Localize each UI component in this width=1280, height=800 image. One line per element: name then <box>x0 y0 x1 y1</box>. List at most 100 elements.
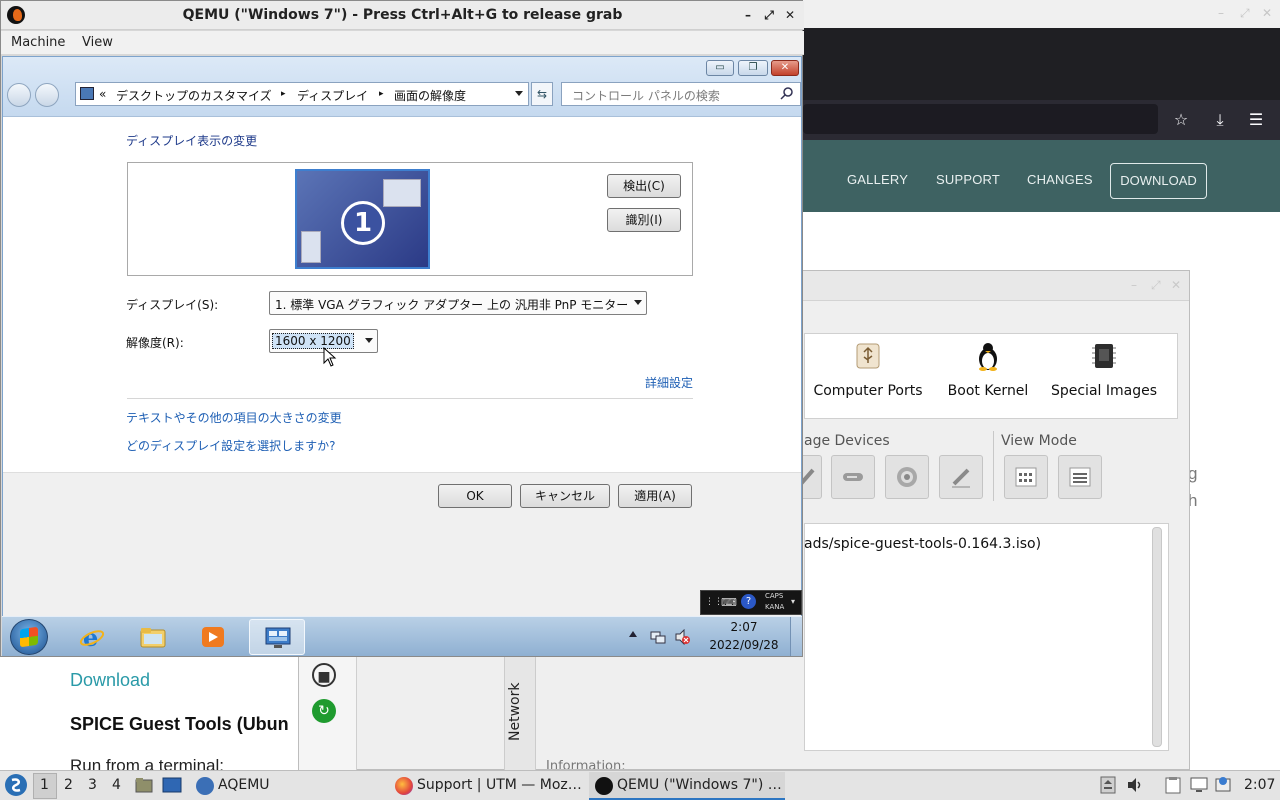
desktop-label-1[interactable]: 1 <box>40 777 49 793</box>
forward-button[interactable] <box>35 83 59 107</box>
monitor-icon[interactable] <box>1190 776 1208 794</box>
view-mode-list-button[interactable] <box>1058 455 1102 499</box>
optical-disc-icon <box>896 466 918 488</box>
keyboard-icon[interactable]: ⌨ <box>721 596 737 609</box>
which-setting-link[interactable]: どのディスプレイ設定を選択しますか? <box>126 437 336 454</box>
qemu-titlebar: QEMU ("Windows 7") - Press Ctrl+Alt+G to… <box>1 1 804 30</box>
breadcrumb-display[interactable]: ディスプレイ <box>297 87 368 104</box>
apply-button[interactable]: 適用(A) <box>618 484 692 508</box>
address-bar[interactable]: « デスクトップのカスタマイズ ▸ ディスプレイ ▸ 画面の解像度 <box>75 82 529 106</box>
breadcrumb-customize[interactable]: デスクトップのカスタマイズ <box>116 87 272 104</box>
chip-icon <box>1089 341 1119 371</box>
search-input[interactable]: コントロール パネルの検索 <box>561 82 801 106</box>
taskbar-date[interactable]: 2022/09/28 <box>702 638 786 652</box>
removable-drive-icon[interactable] <box>1099 776 1117 794</box>
volume-muted-icon[interactable] <box>674 628 690 646</box>
nav-link-changes[interactable]: CHANGES <box>1027 172 1093 187</box>
ok-button[interactable]: OK <box>438 484 512 508</box>
bookmark-star-icon[interactable]: ☆ <box>1169 108 1193 132</box>
taskbar-time[interactable]: 2:07 <box>716 620 772 634</box>
search-placeholder: コントロール パネルの検索 <box>572 89 720 103</box>
boot-kernel-button[interactable]: Boot Kernel <box>928 341 1048 399</box>
desktop-label-3[interactable]: 3 <box>88 777 97 793</box>
detect-button[interactable]: 検出(C) <box>607 174 681 198</box>
properties-button[interactable] <box>939 455 983 499</box>
maximize-icon[interactable]: ⤢ <box>760 6 778 24</box>
network-icon[interactable] <box>650 629 666 645</box>
hamburger-menu-icon[interactable]: ☰ <box>1244 108 1268 132</box>
notification-icon[interactable] <box>1214 776 1232 794</box>
cdrom-iso-path[interactable]: ads/spice-guest-tools-0.164.3.iso) <box>804 536 1041 552</box>
guest-display[interactable]: ▭ ❐ ✕ « デスクトップのカスタマイズ ▸ ディスプレイ ▸ 画面の解像度 … <box>2 56 802 656</box>
special-images-button[interactable]: Special Images <box>1044 341 1164 399</box>
display-select[interactable]: 1. 標準 VGA グラフィック アダプター 上の 汎用非 PnP モニター <box>269 291 647 315</box>
url-bar[interactable] <box>803 104 1158 134</box>
search-icon[interactable] <box>780 86 796 102</box>
taskbar-media-player[interactable] <box>185 619 241 655</box>
breadcrumb-overflow[interactable]: « <box>99 87 106 101</box>
add-cdrom-button[interactable] <box>885 455 929 499</box>
show-desktop-icon[interactable] <box>162 776 182 794</box>
taskbar-explorer[interactable] <box>125 619 181 655</box>
device-list-scrollbar[interactable] <box>1152 527 1162 747</box>
task-qemu[interactable]: QEMU ("Windows 7") … <box>589 772 785 800</box>
chevron-down-icon[interactable]: ▾ <box>791 597 795 606</box>
breadcrumb-separator[interactable]: ▸ <box>281 89 286 99</box>
nav-link-gallery[interactable]: GALLERY <box>847 172 908 187</box>
add-hdd-button[interactable] <box>831 455 875 499</box>
system-clock[interactable]: 2:07 <box>1244 777 1275 793</box>
ime-language-bar[interactable]: ⋮⋮ ⌨ ? CAPS KANA ▾ <box>700 590 802 615</box>
caps-indicator: CAPS <box>765 592 784 600</box>
page-download-link[interactable]: Download <box>70 670 150 691</box>
application-menu-icon[interactable] <box>5 774 27 796</box>
menu-view[interactable]: View <box>82 35 113 50</box>
computer-ports-button[interactable]: Computer Ports <box>808 341 928 399</box>
device-list[interactable] <box>804 523 1169 751</box>
stop-icon[interactable]: ■ <box>312 663 336 687</box>
volume-icon[interactable] <box>1126 776 1144 794</box>
firefox-icon <box>395 777 413 795</box>
show-hidden-icons-icon[interactable] <box>629 631 637 637</box>
breadcrumb-separator[interactable]: ▸ <box>379 89 384 99</box>
monitor-1[interactable]: 1 <box>295 169 430 269</box>
close-icon[interactable]: ✕ <box>771 60 799 76</box>
maximize-icon[interactable]: ⤢ <box>1151 278 1161 293</box>
chevron-down-icon[interactable] <box>515 91 523 96</box>
taskbar-control-panel[interactable] <box>249 619 305 655</box>
minimize-icon[interactable]: – <box>739 6 757 24</box>
close-icon[interactable]: ✕ <box>1171 278 1181 292</box>
cancel-button[interactable]: キャンセル <box>520 484 610 508</box>
view-mode-icons-button[interactable] <box>1004 455 1048 499</box>
desktop-label-4[interactable]: 4 <box>112 777 121 793</box>
close-icon[interactable]: ✕ <box>1262 6 1272 20</box>
downloads-icon[interactable]: ⤓ <box>1208 108 1232 132</box>
maximize-icon[interactable]: ⤢ <box>1240 6 1250 21</box>
identify-button[interactable]: 識別(I) <box>607 208 681 232</box>
restore-icon[interactable]: ❐ <box>738 60 768 76</box>
advanced-settings-link[interactable]: 詳細設定 <box>645 374 693 391</box>
divider <box>127 398 693 399</box>
taskbar-internet-explorer[interactable]: e <box>64 619 120 655</box>
minimize-icon[interactable]: – <box>1218 6 1224 20</box>
task-aqemu[interactable]: AQEMU <box>190 772 390 800</box>
minimize-icon[interactable]: – <box>1131 278 1137 292</box>
text-size-link[interactable]: テキストやその他の項目の大きさの変更 <box>126 409 342 426</box>
minimize-icon[interactable]: ▭ <box>706 60 734 76</box>
vm-control-bar: ■ ↻ <box>299 651 357 771</box>
refresh-icon[interactable]: ⇆ <box>531 82 553 106</box>
start-button[interactable] <box>10 619 48 655</box>
view-mode-label: View Mode <box>1001 433 1077 449</box>
show-desktop-button[interactable] <box>790 617 802 656</box>
close-icon[interactable]: ✕ <box>781 6 799 24</box>
qemu-window: QEMU ("Windows 7") - Press Ctrl+Alt+G to… <box>0 0 804 657</box>
file-manager-icon[interactable] <box>135 776 153 794</box>
menu-machine[interactable]: Machine <box>11 35 65 50</box>
nav-download-button[interactable]: DOWNLOAD <box>1110 163 1207 199</box>
back-button[interactable] <box>7 83 31 107</box>
clipboard-icon[interactable] <box>1164 776 1182 794</box>
task-firefox[interactable]: Support | UTM — Moz… <box>389 772 589 800</box>
nav-link-support[interactable]: SUPPORT <box>936 172 1000 187</box>
desktop-label-2[interactable]: 2 <box>64 777 73 793</box>
help-icon[interactable]: ? <box>741 594 756 609</box>
reset-icon[interactable]: ↻ <box>312 699 336 723</box>
